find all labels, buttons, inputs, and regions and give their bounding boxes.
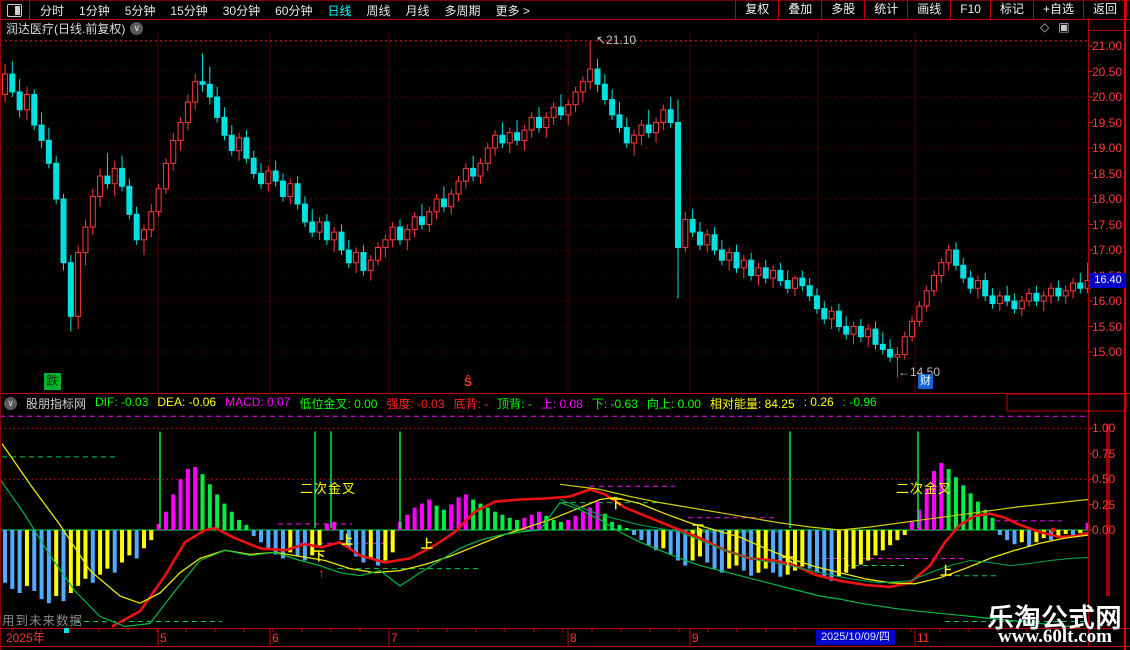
date-axis-label: 2025年 [6, 631, 45, 645]
indicator-header: ∨ 股朋指标网 DIF: -0.03 DEA: -0.06 MACD: 0.07 低位… [4, 395, 877, 411]
price-axis-label: 18.50 [1092, 167, 1122, 181]
price-axis-label: 20.00 [1092, 90, 1122, 104]
indicator-field-1: DEA: -0.06 [157, 395, 216, 412]
updown-marker: 下 [313, 547, 325, 564]
price-axis-label: 20.50 [1092, 65, 1122, 79]
date-axis-label: 5 [160, 631, 167, 645]
indicator-field-6: 顶背: - [497, 395, 532, 412]
price-axis-label: 18.00 [1092, 192, 1122, 206]
indicator-axis-label: 1.00 [1092, 421, 1115, 435]
indicator-values: DIF: -0.03 DEA: -0.06 MACD: 0.07 低位金叉: 0.00… [95, 395, 877, 412]
price-axis-label: 19.00 [1092, 141, 1122, 155]
price-axis-label: 19.50 [1092, 116, 1122, 130]
indicator-field-10: 相对能量: 84.25 [710, 395, 795, 412]
cai-badge: 财 [918, 374, 933, 389]
updown-marker: 下 [782, 553, 794, 570]
updown-marker: 下 [610, 495, 622, 512]
buy-arrow-marker: ↑ [318, 565, 325, 581]
indicator-field-8: 下: -0.63 [592, 395, 638, 412]
price-axis-label: 16.00 [1092, 294, 1122, 308]
indicator-axis-label: 0.25 [1092, 498, 1115, 512]
last-price-tag: 16.40 [1090, 273, 1126, 288]
price-axis-label: 17.50 [1092, 218, 1122, 232]
updown-marker: 上 [421, 535, 433, 552]
updown-marker: 上 [341, 531, 353, 548]
indicator-field-9: 向上: 0.00 [647, 395, 701, 412]
cyan-dot [64, 628, 69, 633]
indicator-field-0: DIF: -0.03 [95, 395, 148, 412]
date-axis-label: 9 [692, 631, 699, 645]
indicator-field-11: : 0.26 [804, 395, 834, 412]
indicator-axis-label: 0.00 [1092, 523, 1115, 537]
die-badge: 跌 [44, 373, 61, 390]
indicator-axis-label: 0.75 [1092, 447, 1115, 461]
price-axis-label: 15.50 [1092, 320, 1122, 334]
indicator-field-12: : -0.96 [843, 395, 877, 412]
golden-cross-label: 二次金叉 [300, 478, 356, 497]
indicator-field-7: 上: 0.08 [541, 395, 583, 412]
watermark-url: www.60lt.com [985, 626, 1125, 648]
date-axis-label: 8 [570, 631, 577, 645]
date-axis-label: 6 [272, 631, 279, 645]
indicator-axis-label: 0.50 [1092, 472, 1115, 486]
indicator-field-3: 低位金叉: 0.00 [299, 395, 377, 412]
peak-price-note: ↖21.10 [596, 33, 636, 47]
price-axis-label: 15.00 [1092, 345, 1122, 359]
app-window: 分时1分钟5分钟15分钟30分钟60分钟日线周线月线多周期更多 > 复权叠加多股… [0, 0, 1130, 650]
golden-cross-label: 二次金叉 [896, 478, 952, 497]
date-axis-label: 11 [917, 631, 929, 645]
indicator-field-4: 强度: -0.03 [386, 395, 444, 412]
date-axis-label: 7 [391, 631, 398, 645]
chart-canvas[interactable] [0, 0, 1130, 650]
indicator-field-5: 底背: - [454, 395, 489, 412]
date-highlight: 2025/10/09/四 [816, 630, 895, 645]
updown-marker: 下 [692, 521, 704, 538]
price-axis-label: 17.00 [1092, 243, 1122, 257]
updown-marker: 上 [940, 562, 952, 579]
price-axis-label: 21.00 [1092, 39, 1122, 53]
s-marker: Ŝ [464, 375, 472, 389]
indicator-name: 股朋指标网 [26, 395, 86, 412]
indicator-field-2: MACD: 0.07 [225, 395, 290, 412]
chevron-down-icon[interactable]: ∨ [4, 397, 17, 410]
future-data-warning: 用到未来数据 [2, 610, 83, 629]
